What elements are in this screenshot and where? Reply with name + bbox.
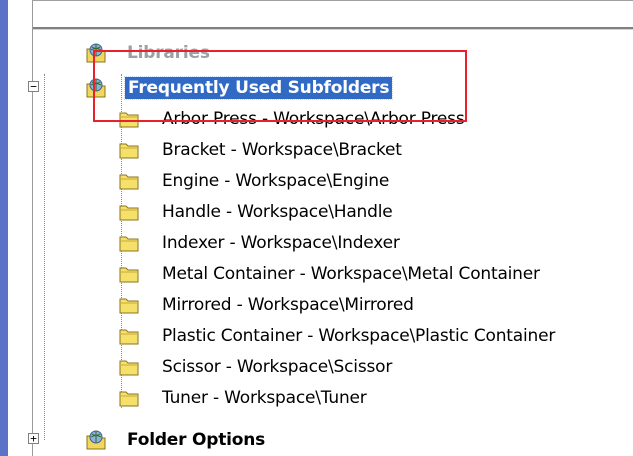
globe-folder-icon — [85, 77, 107, 99]
tree-item-label: Plastic Container - Workspace\Plastic Co… — [162, 326, 556, 346]
folder-icon — [119, 203, 139, 221]
tree-item-label: Tuner - Workspace\Tuner — [162, 388, 367, 408]
collapse-icon[interactable]: − — [28, 81, 39, 92]
folder-tree: Libraries − Frequently Used Subfolders A… — [28, 30, 633, 456]
folder-icon — [119, 141, 139, 159]
folder-icon — [119, 234, 139, 252]
tree-item-label: Libraries — [127, 43, 210, 63]
tree-item-label: Metal Container - Workspace\Metal Contai… — [162, 264, 540, 284]
globe-folder-icon — [85, 429, 107, 451]
tree-item-label: Scissor - Workspace\Scissor — [162, 357, 393, 377]
left-gap — [8, 0, 32, 456]
window-left-edge — [0, 0, 8, 456]
tree-item-label: Folder Options — [127, 430, 266, 450]
tree-item-label: Arbor Press - Workspace\Arbor Press — [162, 109, 465, 129]
tree-item-label: Handle - Workspace\Handle — [162, 202, 393, 222]
tree-item-label: Indexer - Workspace\Indexer — [162, 233, 400, 253]
globe-folder-icon — [85, 42, 107, 64]
folder-icon — [119, 327, 139, 345]
folder-icon — [119, 358, 139, 376]
expand-icon[interactable]: + — [28, 433, 39, 444]
tree-item-label: Engine - Workspace\Engine — [162, 171, 390, 191]
folder-icon — [119, 110, 139, 128]
tree-item-label: Bracket - Workspace\Bracket — [162, 140, 402, 160]
folder-icon — [119, 265, 139, 283]
tree-item-label: Frequently Used Subfolders — [123, 76, 394, 100]
folder-icon — [119, 389, 139, 407]
folder-icon — [119, 172, 139, 190]
tree-item-label: Mirrored - Workspace\Mirrored — [162, 295, 414, 315]
folder-icon — [119, 296, 139, 314]
panel-header-area — [33, 1, 633, 28]
tree-connector — [44, 74, 45, 440]
